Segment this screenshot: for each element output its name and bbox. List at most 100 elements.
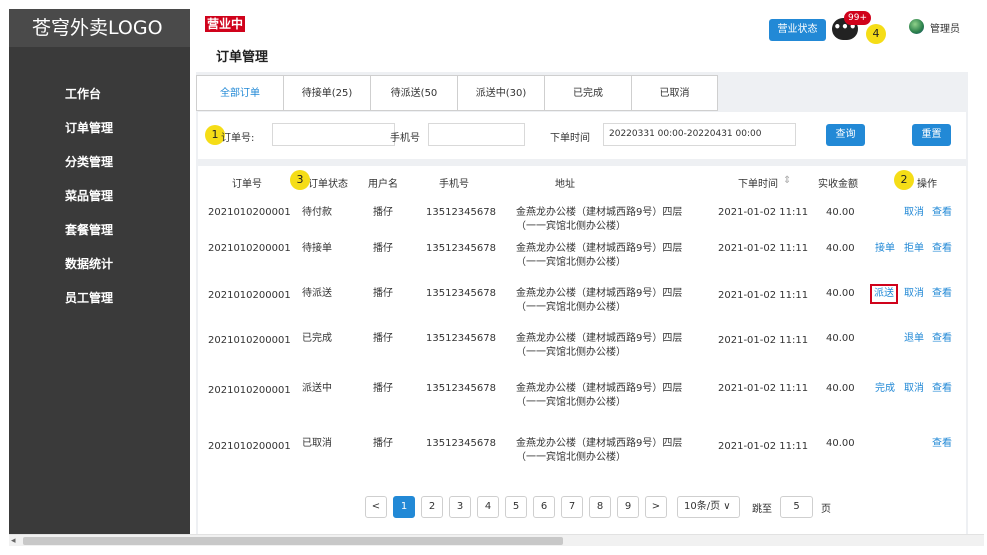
tab-cancelled[interactable]: 已取消 — [631, 75, 718, 111]
cell-time: 2021-01-02 11:11 — [718, 441, 809, 452]
cell-phone: 13512345678 — [426, 333, 496, 344]
order-time-label: 下单时间 — [550, 133, 590, 144]
cell-amount: 40.00 — [826, 207, 855, 218]
header-user: 用户名 — [368, 179, 398, 190]
cell-time: 2021-01-02 11:11 — [718, 383, 809, 394]
tab-pending-accept[interactable]: 待接单(25) — [283, 75, 370, 111]
cancel-link[interactable]: 取消 — [904, 382, 924, 396]
cell-user: 播仔 — [373, 438, 393, 449]
header-time[interactable]: 下单时间 — [738, 175, 778, 190]
admin-label[interactable]: 管理员 — [930, 20, 960, 35]
table-row: 2021010200001 已完成 播仔 13512345678 金燕龙办公楼（… — [198, 332, 966, 378]
view-link[interactable]: 查看 — [932, 287, 952, 301]
view-link[interactable]: 查看 — [932, 382, 952, 396]
reset-button[interactable]: 重置 — [912, 124, 951, 146]
phone-input[interactable] — [428, 123, 525, 146]
cell-address: 金燕龙办公楼（建材城西路9号）四层（一一宾馆北侧办公楼） — [516, 207, 683, 232]
dispatch-link[interactable]: 派送 — [870, 284, 898, 304]
cell-address: 金燕龙办公楼（建材城西路9号）四层（一一宾馆北侧办公楼） — [516, 383, 683, 408]
phone-label: 手机号 — [390, 133, 420, 144]
sidebar-item-setmeals[interactable]: 套餐管理 — [9, 213, 190, 247]
header-ops: 操作 — [917, 179, 937, 190]
avatar[interactable] — [909, 19, 924, 34]
page-suffix: 页 — [821, 503, 831, 515]
marker-4: 4 — [866, 24, 886, 44]
marker-2: 2 — [894, 170, 914, 190]
sidebar-item-categories[interactable]: 分类管理 — [9, 145, 190, 179]
cancel-link[interactable]: 取消 — [904, 287, 924, 301]
sidebar-item-orders[interactable]: 订单管理 — [9, 111, 190, 145]
cell-status: 已取消 — [302, 438, 332, 449]
search-button[interactable]: 查询 — [826, 124, 865, 146]
page-button[interactable]: 1 — [393, 496, 415, 518]
app-logo: 苍穹外卖LOGO — [9, 9, 190, 47]
tab-all-orders[interactable]: 全部订单 — [196, 75, 283, 111]
page-button[interactable]: 7 — [561, 496, 583, 518]
jump-page-input[interactable]: 5 — [780, 496, 813, 518]
filter-bar: 1 订单号: 手机号 下单时间 20220331 00:00-20220431 … — [198, 112, 966, 159]
page-button[interactable]: 4 — [477, 496, 499, 518]
cell-phone: 13512345678 — [426, 383, 496, 394]
page-button[interactable]: 9 — [617, 496, 639, 518]
order-tabs: 全部订单 待接单(25) 待派送(50 派送中(30) 已完成 已取消 — [196, 75, 718, 111]
refund-link[interactable]: 退单 — [904, 332, 924, 346]
cell-order-no: 2021010200001 — [208, 243, 291, 254]
cell-order-no: 2021010200001 — [208, 207, 291, 218]
business-status-button[interactable]: 营业状态 — [769, 19, 826, 41]
sidebar-nav: 工作台 订单管理 分类管理 菜品管理 套餐管理 数据统计 员工管理 — [9, 47, 190, 315]
cell-user: 播仔 — [373, 207, 393, 218]
view-link[interactable]: 查看 — [932, 206, 952, 220]
cell-amount: 40.00 — [826, 383, 855, 394]
tab-completed[interactable]: 已完成 — [544, 75, 631, 111]
cell-address: 金燕龙办公楼（建材城西路9号）四层（一一宾馆北侧办公楼） — [516, 288, 683, 313]
sort-icon[interactable]: ⇕ — [783, 175, 791, 186]
business-status-badge: 营业中 — [205, 16, 246, 32]
view-link[interactable]: 查看 — [932, 242, 952, 256]
tab-delivering[interactable]: 派送中(30) — [457, 75, 544, 111]
cell-user: 播仔 — [373, 333, 393, 344]
sidebar-item-employees[interactable]: 员工管理 — [9, 281, 190, 315]
cell-phone: 13512345678 — [426, 243, 496, 254]
cell-time: 2021-01-02 11:11 — [718, 243, 809, 254]
accept-link[interactable]: 接单 — [875, 242, 895, 256]
table-row: 2021010200001 已取消 播仔 13512345678 金燕龙办公楼（… — [198, 437, 966, 483]
complete-link[interactable]: 完成 — [875, 382, 895, 396]
horizontal-scrollbar[interactable]: ◂ — [9, 534, 984, 546]
order-time-range-input[interactable]: 20220331 00:00-20220431 00:00 — [603, 123, 796, 146]
scroll-left-arrow-icon[interactable]: ◂ — [11, 535, 16, 547]
app-root: 苍穹外卖LOGO 工作台 订单管理 分类管理 菜品管理 套餐管理 数据统计 员工… — [0, 0, 987, 555]
page-size-select[interactable]: 10条/页 ∨ — [677, 496, 740, 518]
cancel-link[interactable]: 取消 — [904, 206, 924, 220]
page-title: 订单管理 — [216, 50, 269, 65]
cell-status: 待接单 — [302, 243, 332, 254]
header-order-no: 订单号 — [232, 179, 262, 190]
cell-phone: 13512345678 — [426, 288, 496, 299]
page-button[interactable]: 2 — [421, 496, 443, 518]
cell-time: 2021-01-02 11:11 — [718, 290, 809, 301]
page-button[interactable]: 5 — [505, 496, 527, 518]
cell-address: 金燕龙办公楼（建材城西路9号）四层（一一宾馆北侧办公楼） — [516, 243, 683, 268]
next-page-button[interactable]: > — [645, 496, 667, 518]
header-status: 订单状态 — [308, 179, 348, 190]
prev-page-button[interactable]: < — [365, 496, 387, 518]
cell-amount: 40.00 — [826, 243, 855, 254]
order-no-input[interactable] — [272, 123, 395, 146]
reject-link[interactable]: 拒单 — [904, 242, 924, 256]
cell-phone: 13512345678 — [426, 438, 496, 449]
orders-table: 订单号 订单状态 用户名 手机号 地址 下单时间 ⇕ 实收金额 操作 3 2 2… — [198, 166, 966, 534]
cell-user: 播仔 — [373, 243, 393, 254]
sidebar-item-statistics[interactable]: 数据统计 — [9, 247, 190, 281]
pagination: < 1 2 3 4 5 6 7 8 9 > 10条/页 ∨ 跳至 5 页 — [365, 496, 831, 518]
view-link[interactable]: 查看 — [932, 332, 952, 346]
cell-address: 金燕龙办公楼（建材城西路9号）四层（一一宾馆北侧办公楼） — [516, 438, 683, 463]
jump-label: 跳至 — [752, 503, 772, 515]
cell-status: 派送中 — [302, 383, 332, 394]
page-button[interactable]: 8 — [589, 496, 611, 518]
page-button[interactable]: 6 — [533, 496, 555, 518]
view-link[interactable]: 查看 — [932, 437, 952, 451]
sidebar-item-workbench[interactable]: 工作台 — [9, 77, 190, 111]
scrollbar-thumb[interactable] — [23, 537, 563, 545]
tab-pending-delivery[interactable]: 待派送(50 — [370, 75, 457, 111]
page-button[interactable]: 3 — [449, 496, 471, 518]
sidebar-item-dishes[interactable]: 菜品管理 — [9, 179, 190, 213]
